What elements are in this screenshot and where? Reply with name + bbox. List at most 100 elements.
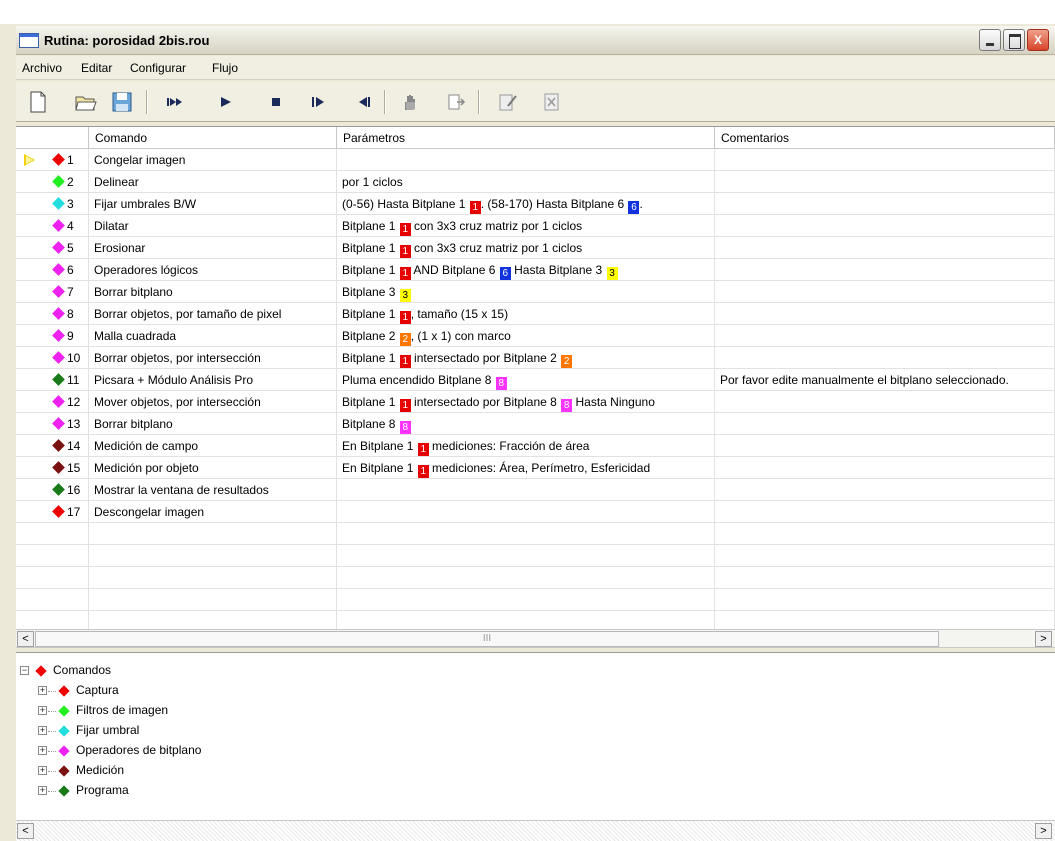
maximize-button[interactable] — [1003, 29, 1025, 51]
tree-expand-toggle[interactable]: + — [38, 746, 47, 755]
title-bar[interactable]: Rutina: porosidad 2bis.rou X — [16, 26, 1055, 55]
header-parametros[interactable]: Parámetros — [337, 127, 715, 149]
comment-cell[interactable] — [715, 215, 1055, 237]
table-row[interactable]: 7 Borrar bitplano Bitplane 3 3 — [16, 281, 1055, 303]
comment-cell[interactable] — [715, 611, 1055, 629]
comment-cell[interactable] — [715, 435, 1055, 457]
parameters-cell[interactable] — [337, 149, 715, 171]
parameters-cell[interactable]: En Bitplane 1 1 mediciones: Fracción de … — [337, 435, 715, 457]
table-row[interactable]: 4 Dilatar Bitplane 1 1 con 3x3 cruz matriz… — [16, 215, 1055, 237]
table-row[interactable]: 10 Borrar objetos, por intersección Bitpla… — [16, 347, 1055, 369]
command-cell[interactable] — [89, 611, 337, 629]
command-cell[interactable]: Dilatar — [89, 215, 337, 237]
parameters-cell[interactable]: Bitplane 1 1 AND Bitplane 6 6 Hasta Bitp… — [337, 259, 715, 281]
edit-icon[interactable] — [496, 90, 520, 114]
command-cell[interactable] — [89, 545, 337, 567]
command-cell[interactable]: Erosionar — [89, 237, 337, 259]
tree-expand-toggle[interactable]: + — [38, 766, 47, 775]
comment-cell[interactable] — [715, 325, 1055, 347]
command-cell[interactable]: Borrar objetos, por intersección — [89, 347, 337, 369]
command-cell[interactable]: Borrar bitplano — [89, 413, 337, 435]
tree-item-label[interactable]: Captura — [76, 683, 119, 697]
tree-item-label[interactable]: Operadores de bitplano — [76, 743, 201, 757]
export-icon[interactable] — [444, 90, 468, 114]
table-row[interactable] — [16, 589, 1055, 611]
table-row[interactable] — [16, 545, 1055, 567]
comment-cell[interactable] — [715, 303, 1055, 325]
parameters-cell[interactable]: Bitplane 8 8 — [337, 413, 715, 435]
comment-cell[interactable] — [715, 237, 1055, 259]
table-row[interactable]: 16 Mostrar la ventana de resultados — [16, 479, 1055, 501]
comment-cell[interactable] — [715, 501, 1055, 523]
play-icon[interactable] — [214, 90, 238, 114]
command-cell[interactable] — [89, 589, 337, 611]
table-row[interactable]: 17 Descongelar imagen — [16, 501, 1055, 523]
command-cell[interactable]: Picsara + Módulo Análisis Pro — [89, 369, 337, 391]
command-cell[interactable] — [89, 523, 337, 545]
table-row[interactable]: 2 Delinear por 1 ciclos — [16, 171, 1055, 193]
command-cell[interactable]: Delinear — [89, 171, 337, 193]
tree-item-label[interactable]: Filtros de imagen — [76, 703, 168, 717]
parameters-cell[interactable]: (0-56) Hasta Bitplane 1 1. (58-170) Hast… — [337, 193, 715, 215]
comment-cell[interactable] — [715, 545, 1055, 567]
command-cell[interactable]: Mostrar la ventana de resultados — [89, 479, 337, 501]
command-cell[interactable] — [89, 567, 337, 589]
table-row[interactable] — [16, 567, 1055, 589]
scroll-thumb[interactable]: III — [35, 631, 939, 647]
table-row[interactable] — [16, 523, 1055, 545]
tree-root-label[interactable]: Comandos — [53, 663, 111, 677]
tree-item-label[interactable]: Fijar umbral — [76, 723, 139, 737]
menu-configurar[interactable]: Configurar — [130, 61, 186, 75]
command-cell[interactable]: Mover objetos, por intersección — [89, 391, 337, 413]
table-row[interactable] — [16, 611, 1055, 629]
parameters-cell[interactable] — [337, 545, 715, 567]
scroll-right-button[interactable]: > — [1035, 631, 1052, 647]
parameters-cell[interactable] — [337, 611, 715, 629]
comment-cell[interactable] — [715, 523, 1055, 545]
table-row[interactable]: 8 Borrar objetos, por tamaño de pixel Bitp… — [16, 303, 1055, 325]
menu-editar[interactable]: Editar — [81, 61, 112, 75]
step-back-icon[interactable] — [352, 90, 376, 114]
tree-item-label[interactable]: Medición — [76, 763, 124, 777]
parameters-cell[interactable]: Bitplane 1 1 con 3x3 cruz matriz por 1 c… — [337, 237, 715, 259]
header-comando[interactable]: Comando — [89, 127, 337, 149]
minimize-button[interactable] — [979, 29, 1001, 51]
parameters-cell[interactable]: Bitplane 1 1 intersectado por Bitplane 2… — [337, 347, 715, 369]
command-cell[interactable]: Descongelar imagen — [89, 501, 337, 523]
command-cell[interactable]: Medición por objeto — [89, 457, 337, 479]
table-row[interactable]: 14 Medición de campo En Bitplane 1 1 medic… — [16, 435, 1055, 457]
parameters-cell[interactable]: Bitplane 1 1 con 3x3 cruz matriz por 1 c… — [337, 215, 715, 237]
parameters-cell[interactable]: por 1 ciclos — [337, 171, 715, 193]
close-button[interactable]: X — [1027, 29, 1049, 51]
save-icon[interactable] — [110, 90, 134, 114]
comment-cell[interactable] — [715, 589, 1055, 611]
scroll-left-button[interactable]: < — [17, 631, 34, 647]
table-row[interactable]: 1 Congelar imagen — [16, 149, 1055, 171]
comment-cell[interactable] — [715, 171, 1055, 193]
run-all-icon[interactable] — [164, 90, 188, 114]
command-cell[interactable]: Borrar bitplano — [89, 281, 337, 303]
table-row[interactable]: 11 Picsara + Módulo Análisis Pro Pluma enc… — [16, 369, 1055, 391]
parameters-cell[interactable] — [337, 589, 715, 611]
tree-expand-toggle[interactable]: + — [38, 706, 47, 715]
table-row[interactable]: 6 Operadores lógicos Bitplane 1 1 AND Bitp… — [16, 259, 1055, 281]
menu-flujo[interactable]: Flujo — [212, 61, 238, 75]
stop-icon[interactable] — [264, 90, 288, 114]
parameters-cell[interactable]: Bitplane 2 2, (1 x 1) con marco — [337, 325, 715, 347]
comment-cell[interactable] — [715, 413, 1055, 435]
parameters-cell[interactable] — [337, 523, 715, 545]
parameters-cell[interactable] — [337, 501, 715, 523]
table-row[interactable]: 9 Malla cuadrada Bitplane 2 2, (1 x 1) con… — [16, 325, 1055, 347]
tree-expand-toggle[interactable]: + — [38, 686, 47, 695]
open-folder-icon[interactable] — [74, 90, 98, 114]
tree-expand-toggle[interactable]: + — [38, 786, 47, 795]
header-comentarios[interactable]: Comentarios — [715, 127, 1055, 149]
comment-cell[interactable] — [715, 347, 1055, 369]
tree-expand-toggle[interactable]: + — [38, 726, 47, 735]
horizontal-scrollbar[interactable]: < III > — [16, 629, 1055, 648]
command-cell[interactable]: Malla cuadrada — [89, 325, 337, 347]
table-row[interactable]: 13 Borrar bitplano Bitplane 8 8 — [16, 413, 1055, 435]
parameters-cell[interactable]: Bitplane 1 1, tamaño (15 x 15) — [337, 303, 715, 325]
parameters-cell[interactable] — [337, 567, 715, 589]
command-cell[interactable]: Borrar objetos, por tamaño de pixel — [89, 303, 337, 325]
